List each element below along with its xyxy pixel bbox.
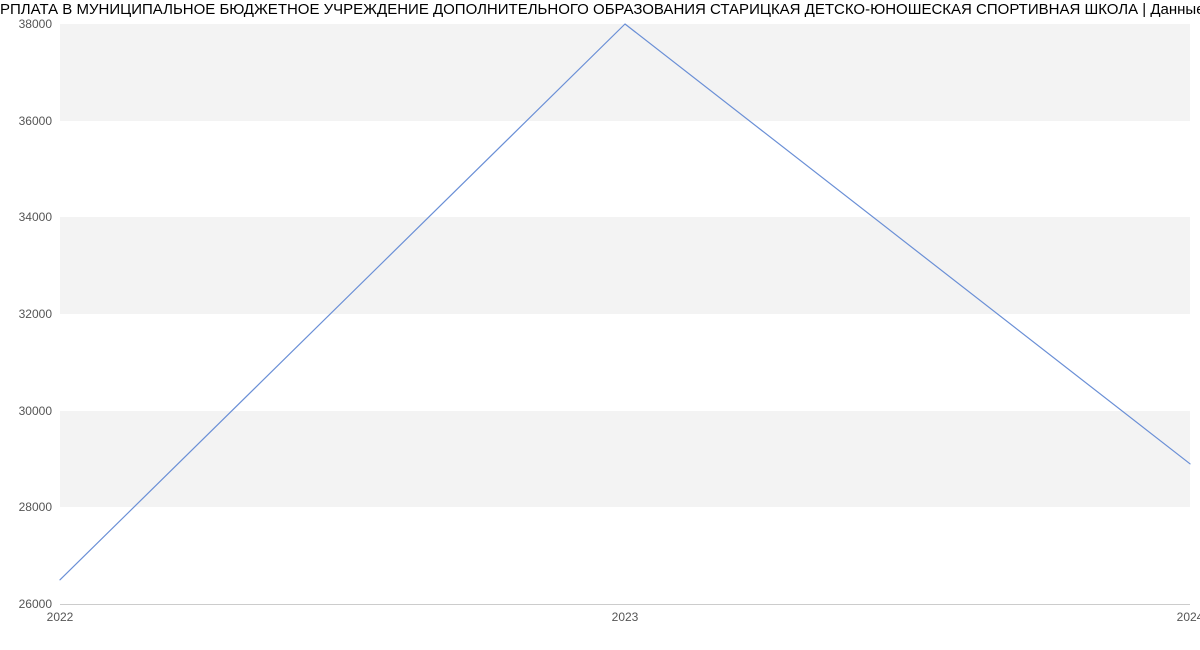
- series-line: [60, 24, 1190, 580]
- chart-container: РПЛАТА В МУНИЦИПАЛЬНОЕ БЮДЖЕТНОЕ УЧРЕЖДЕ…: [0, 0, 1200, 650]
- y-tick-label: 38000: [19, 17, 52, 31]
- x-tick-label: 2023: [612, 610, 639, 624]
- line-series-svg: [60, 24, 1190, 604]
- x-axis-line: [60, 604, 1190, 605]
- plot-area: 2600028000300003200034000360003800020222…: [60, 24, 1190, 604]
- x-tick-label: 2022: [47, 610, 74, 624]
- y-tick-label: 34000: [19, 210, 52, 224]
- x-tick-label: 2024: [1177, 610, 1200, 624]
- y-tick-label: 32000: [19, 307, 52, 321]
- y-tick-label: 36000: [19, 114, 52, 128]
- y-tick-label: 26000: [19, 597, 52, 611]
- y-tick-label: 30000: [19, 404, 52, 418]
- chart-title: РПЛАТА В МУНИЦИПАЛЬНОЕ БЮДЖЕТНОЕ УЧРЕЖДЕ…: [0, 0, 1200, 20]
- y-tick-label: 28000: [19, 500, 52, 514]
